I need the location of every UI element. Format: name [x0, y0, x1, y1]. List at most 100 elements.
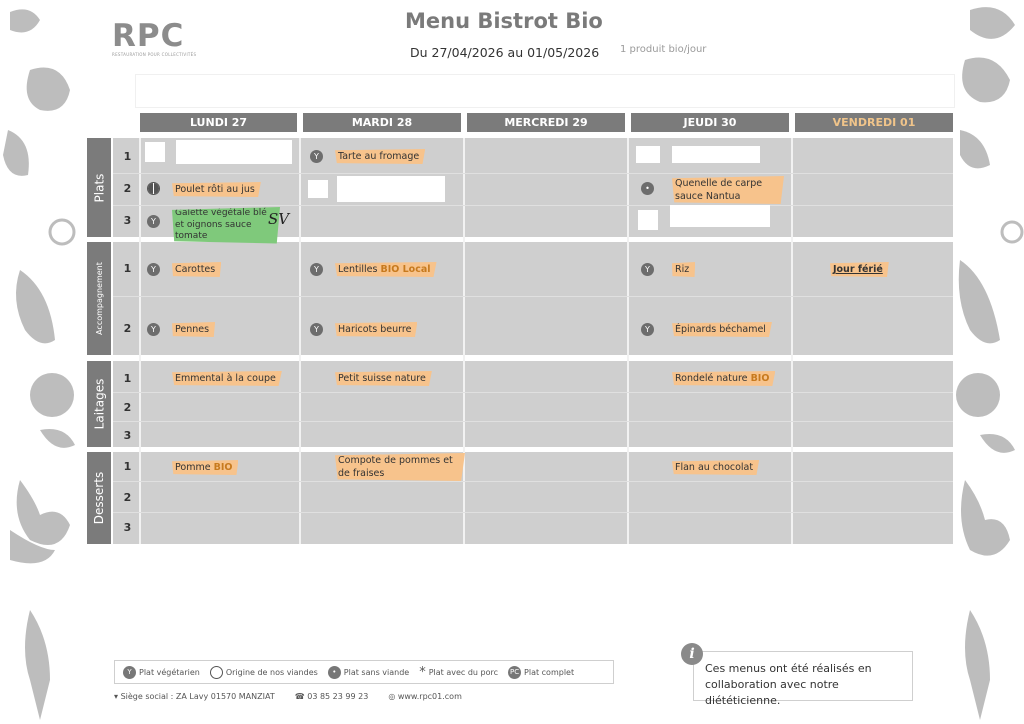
column-divider — [463, 138, 465, 544]
vegetarian-icon: Y — [147, 323, 160, 336]
row-number: 3 — [123, 521, 132, 534]
day-header-vendredi: VENDREDI 01 — [795, 113, 953, 132]
section-desserts — [113, 452, 953, 544]
date-range: Du 27/04/2026 au 01/05/2026 — [410, 45, 600, 60]
legend-item: Origine de nos viandes — [209, 665, 318, 679]
legend-item: • Plat sans viande — [327, 665, 410, 679]
menu-item: Épinards béchamel — [672, 322, 772, 337]
day-header-lundi: LUNDI 27 — [140, 113, 297, 132]
row-divider — [113, 421, 953, 422]
day-header-mercredi: MERCREDI 29 — [467, 113, 625, 132]
menu-item: Carottes — [172, 262, 222, 277]
section-label-accompagnement: Accompagnement — [87, 242, 111, 355]
vegetarian-icon: Y — [310, 263, 323, 276]
row-number: 1 — [123, 372, 132, 385]
section-accompagnement-text: Accompagnement — [94, 262, 104, 335]
menu-item: Galette végétale blé et oignons sauce to… — [172, 207, 280, 244]
menu-item: Haricots beurre — [335, 322, 418, 337]
handwritten-initials: SV — [268, 210, 290, 228]
logo-subtitle: RESTAURATION POUR COLLECTIVITÉS — [112, 52, 197, 57]
legend-label: Plat végétarien — [139, 667, 200, 677]
row-divider — [113, 481, 953, 482]
menu-item: Compote de pommes et de fraises — [335, 453, 465, 481]
website-link[interactable]: www.rpc01.com — [398, 692, 462, 701]
column-divider — [299, 138, 301, 544]
logo-text: RPC — [112, 18, 185, 54]
redacted-area — [672, 146, 760, 163]
no-meat-icon: • — [327, 665, 341, 679]
row-number: 1 — [123, 150, 132, 163]
redacted-area — [636, 146, 660, 163]
vegetable-border-right — [956, 7, 1024, 720]
website: ◎ www.rpc01.com — [388, 692, 462, 701]
vegetarian-icon: Y — [147, 263, 160, 276]
menu-item: Petit suisse nature — [335, 371, 432, 386]
vegetarian-icon: Y — [641, 263, 654, 276]
bio-tag: BIO Local — [380, 264, 431, 275]
legend-item: PC Plat complet — [508, 665, 575, 679]
menu-item: Emmental à la coupe — [172, 371, 282, 386]
legend-label: Plat sans viande — [343, 667, 410, 677]
complete-dish-icon: PC — [508, 665, 522, 679]
menu-item: Rondelé nature BIO — [672, 371, 776, 386]
address: ▾ Siège social : ZA Lavy 01570 MANZIAT — [114, 692, 275, 701]
row-number: 2 — [123, 322, 132, 335]
vegetarian-icon: Y — [641, 323, 654, 336]
section-desserts-text: Desserts — [92, 471, 106, 525]
row-number: 2 — [123, 182, 132, 195]
meat-origin-icon — [147, 182, 160, 195]
page-title: Menu Bistrot Bio — [405, 9, 603, 33]
address-text: Siège social : ZA Lavy 01570 MANZIAT — [120, 692, 275, 701]
row-divider — [113, 392, 953, 393]
vegetarian-icon: Y — [147, 215, 160, 228]
row-number: 2 — [123, 491, 132, 504]
menu-item: Pomme BIO — [172, 460, 239, 475]
column-divider — [139, 138, 141, 544]
section-accompagnement — [113, 242, 953, 355]
section-label-desserts: Desserts — [87, 452, 111, 544]
redacted-area — [308, 180, 328, 198]
phone: ☎ 03 85 23 99 23 — [294, 692, 369, 701]
row-divider — [113, 512, 953, 513]
info-icon: i — [681, 643, 703, 665]
column-divider — [627, 138, 629, 544]
vegetable-border-left — [3, 9, 76, 720]
bio-tag: BIO — [213, 462, 233, 473]
section-label-plats: Plats — [87, 138, 111, 237]
bio-note: 1 produit bio/jour — [620, 44, 707, 55]
day-header-jeudi: JEUDI 30 — [631, 113, 789, 132]
column-divider — [791, 138, 793, 544]
legend: Y Plat végétarien Origine de nos viandes … — [114, 660, 614, 684]
menu-item: Flan au chocolat — [672, 460, 760, 475]
menu-item: Lentilles BIO Local — [335, 262, 437, 277]
menu-item: Quenelle de carpe sauce Nantua — [672, 176, 784, 204]
row-divider — [113, 205, 953, 206]
legend-label: Origine de nos viandes — [225, 667, 318, 677]
vegetarian-icon: Y — [310, 323, 323, 336]
footer: ▾ Siège social : ZA Lavy 01570 MANZIAT ☎… — [114, 692, 462, 701]
vegetarian-icon: Y — [123, 665, 136, 679]
legend-label: Plat avec du porc — [428, 667, 499, 677]
item-name: Lentilles — [338, 264, 378, 275]
bio-tag: BIO — [750, 373, 770, 384]
dietitian-note: Ces menus ont été réalisés en collaborat… — [693, 651, 913, 707]
day-header-mardi: MARDI 28 — [303, 113, 461, 132]
holiday-label: Jour férié — [830, 262, 889, 277]
pork-icon: * — [419, 664, 426, 680]
redacted-area — [176, 140, 292, 164]
row-number: 2 — [123, 401, 132, 414]
meat-origin-icon — [209, 665, 223, 679]
row-number: 1 — [123, 262, 132, 275]
row-number: 1 — [123, 460, 132, 473]
legend-label: Plat complet — [524, 667, 575, 677]
vegetarian-icon: Y — [310, 150, 323, 163]
redacted-area — [145, 142, 165, 162]
redacted-area — [337, 176, 445, 202]
menu-item: Riz — [672, 262, 696, 277]
row-number: 3 — [123, 214, 132, 227]
section-plats-text: Plats — [92, 173, 107, 202]
blank-banner — [135, 74, 955, 108]
dietitian-note-text: Ces menus ont été réalisés en collaborat… — [705, 662, 872, 707]
section-laitages-text: Laitages — [92, 378, 106, 430]
item-name: Pomme — [175, 462, 211, 473]
